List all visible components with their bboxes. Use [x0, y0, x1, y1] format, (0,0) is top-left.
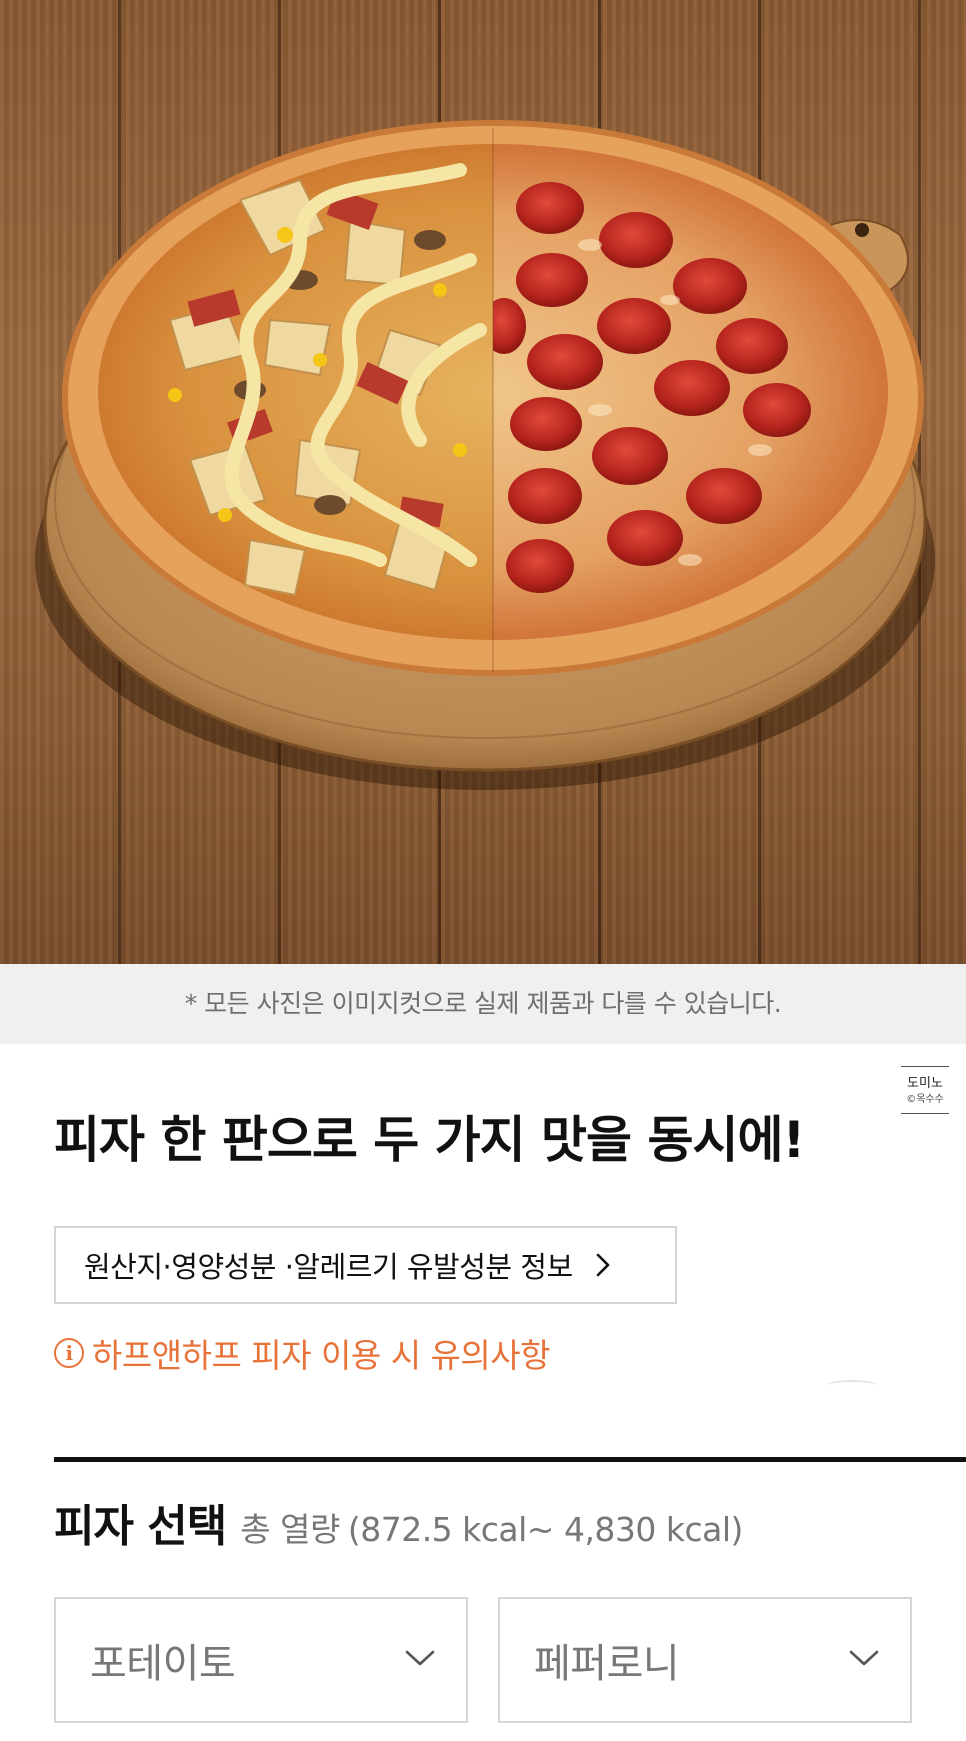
chevron-down-icon	[404, 1648, 436, 1672]
product-headline: 피자 한 판으로 두 가지 맛을 동시에!	[54, 1111, 805, 1169]
left-half-pizza-select[interactable]: 포테이토	[54, 1597, 468, 1723]
section-divider	[54, 1457, 966, 1462]
pizza-select-header: 피자 선택 총 열량 (872.5 kcal~ 4,830 kcal)	[54, 1490, 743, 1554]
origin-nutrition-allergy-button[interactable]: 원산지·영양성분 ·알레르기 유발성분 정보	[54, 1226, 677, 1304]
calorie-label: 총 열량	[240, 1510, 340, 1549]
loading-arc	[826, 1380, 878, 1392]
info-circle-icon: i	[54, 1338, 84, 1368]
calorie-range: (872.5 kcal~ 4,830 kcal)	[347, 1510, 744, 1549]
right-half-pizza-value: 페퍼로니	[534, 1641, 680, 1687]
chevron-down-icon	[848, 1648, 880, 1672]
copyright-watermark: 도미노 ©옥수수	[901, 1066, 949, 1114]
watermark-owner: ©옥수수	[906, 1094, 944, 1105]
origin-nutrition-allergy-label: 원산지·영양성분 ·알레르기 유발성분 정보	[84, 1250, 573, 1284]
image-disclaimer: * 모든 사진은 이미지컷으로 실제 제품과 다를 수 있습니다.	[0, 964, 966, 1044]
pizza-illustration	[35, 120, 935, 790]
right-half-pizza-select[interactable]: 페퍼로니	[498, 1597, 912, 1723]
hero-pizza-image	[0, 0, 966, 964]
half-and-half-notice-label: 하프앤하프 피자 이용 시 유의사항	[92, 1336, 551, 1375]
half-and-half-notice-link[interactable]: i 하프앤하프 피자 이용 시 유의사항	[54, 1332, 551, 1375]
pizza-select-title: 피자 선택	[54, 1501, 227, 1552]
left-half-pizza-value: 포테이토	[90, 1641, 236, 1687]
chevron-right-icon	[595, 1252, 611, 1278]
watermark-brand: 도미노	[907, 1076, 943, 1091]
